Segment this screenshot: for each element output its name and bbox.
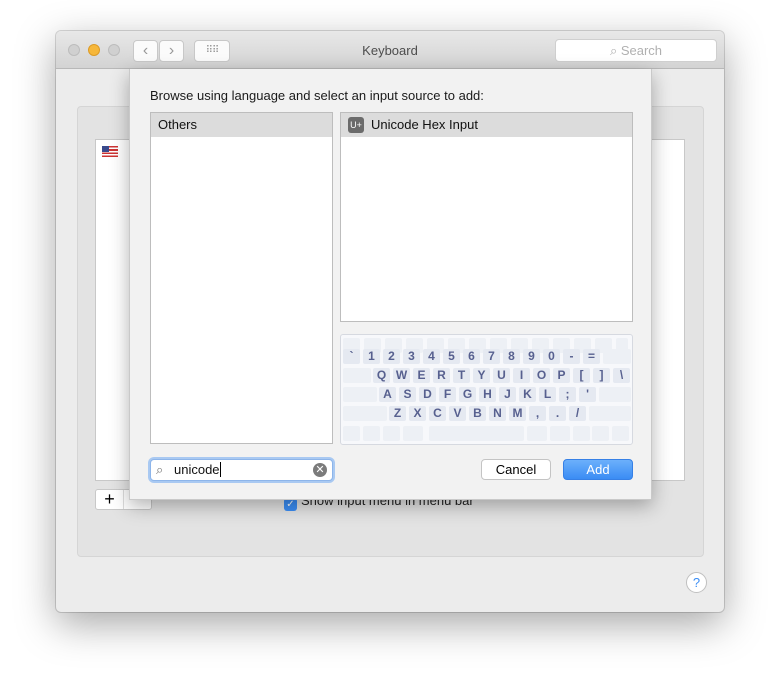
add-input-source-sheet: Browse using language and select an inpu… [129, 69, 652, 500]
search-input[interactable]: ⌕ unicode ✕ [150, 459, 333, 481]
key: = [583, 349, 600, 364]
source-label: Unicode Hex Input [371, 117, 478, 132]
blank-key [612, 426, 629, 441]
key: Z [389, 406, 406, 421]
key: \ [613, 368, 630, 383]
blank-key [603, 349, 631, 364]
language-item-others[interactable]: Others [151, 113, 332, 137]
sheet-prompt: Browse using language and select an inpu… [150, 88, 484, 103]
blank-key [592, 426, 609, 441]
key: 3 [403, 349, 420, 364]
key: T [453, 368, 470, 383]
key: 7 [483, 349, 500, 364]
source-item-unicode-hex-input[interactable]: U+ Unicode Hex Input [341, 113, 632, 137]
key: 2 [383, 349, 400, 364]
key: F [439, 387, 456, 402]
search-placeholder: Search [620, 43, 663, 58]
blank-key [363, 426, 380, 441]
key: ' [579, 387, 596, 402]
key: ` [343, 349, 360, 364]
key: E [413, 368, 430, 383]
unicode-hex-icon: U+ [348, 117, 364, 133]
key: U [493, 368, 510, 383]
language-list[interactable]: Others [150, 112, 333, 444]
key: V [449, 406, 466, 421]
key: L [539, 387, 556, 402]
keyboard-layout-preview: ` 1 2 3 4 5 6 7 8 9 0- = Q W E R T Y U I O P[] \ A S D F G H J K L; ' Z X C… [340, 334, 633, 445]
key: P [553, 368, 570, 383]
blank-key [429, 426, 524, 441]
key: G [459, 387, 476, 402]
key: 0 [543, 349, 560, 364]
add-input-source-button[interactable]: + [96, 490, 124, 509]
key: / [569, 406, 586, 421]
us-flag-icon [102, 146, 118, 157]
search-icon: ⌕ [156, 462, 164, 477]
key: I [513, 368, 530, 383]
add-button[interactable]: Add [563, 459, 633, 480]
key: O [533, 368, 550, 383]
key: S [399, 387, 416, 402]
title-bar: ‹ › ⠿⠿ Keyboard ⌕ Search [56, 31, 724, 69]
blank-key [403, 426, 423, 441]
key: K [519, 387, 536, 402]
blank-key [527, 426, 547, 441]
key: W [393, 368, 410, 383]
clear-search-icon[interactable]: ✕ [313, 463, 327, 477]
blank-key [589, 406, 631, 421]
help-button[interactable]: ? [686, 572, 707, 593]
key: Y [473, 368, 490, 383]
key: N [489, 406, 506, 421]
key: X [409, 406, 426, 421]
cancel-button[interactable]: Cancel [481, 459, 551, 480]
blank-key [343, 406, 387, 421]
key: 4 [423, 349, 440, 364]
blank-key [343, 387, 377, 402]
key: A [379, 387, 396, 402]
key: J [499, 387, 516, 402]
key: Q [373, 368, 390, 383]
blank-key [599, 387, 631, 402]
key: , [529, 406, 546, 421]
blank-key [383, 426, 400, 441]
key: B [469, 406, 486, 421]
key: 8 [503, 349, 520, 364]
input-source-list[interactable]: U+ Unicode Hex Input [340, 112, 633, 322]
key: . [549, 406, 566, 421]
key: H [479, 387, 496, 402]
key: ] [593, 368, 610, 383]
blank-key [343, 426, 360, 441]
blank-key [573, 426, 590, 441]
key: 1 [363, 349, 380, 364]
key: 9 [523, 349, 540, 364]
key: R [433, 368, 450, 383]
blank-key [550, 426, 570, 441]
search-value: unicode [174, 462, 221, 477]
blank-key [343, 368, 371, 383]
key: - [563, 349, 580, 364]
key: M [509, 406, 526, 421]
key: C [429, 406, 446, 421]
key: D [419, 387, 436, 402]
search-icon: ⌕ [609, 43, 618, 58]
key: [ [573, 368, 590, 383]
key: ; [559, 387, 576, 402]
key: 6 [463, 349, 480, 364]
search-field[interactable]: ⌕ Search [555, 39, 717, 62]
key: 5 [443, 349, 460, 364]
